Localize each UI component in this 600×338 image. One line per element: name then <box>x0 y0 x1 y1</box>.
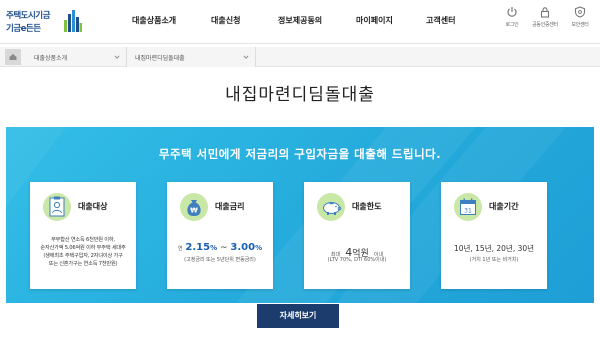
rate-max-unit: % <box>255 244 263 252</box>
cert-center-button[interactable]: 공동인증센터 <box>530 6 560 28</box>
page-title: 내집마련디딤돌대출 <box>225 85 375 105</box>
rate-separator: ~ <box>219 243 228 253</box>
card-loan-period-value: 10년, 15년, 20년, 30년 <box>453 244 535 253</box>
security-center-label: 보안센터 <box>571 22 589 28</box>
chevron-down-icon <box>243 55 249 59</box>
logo-bars-icon <box>64 10 82 32</box>
rate-max: 3.00 <box>230 242 256 253</box>
logo-line2: 기금e든든 <box>6 24 41 34</box>
site-logo[interactable]: 주택도시기금 기금e든든 <box>6 9 82 37</box>
lock-icon <box>540 7 550 18</box>
card-loan-period-note: (거치 1년 또는 비거치) <box>469 257 519 263</box>
card-loan-target-line2: 순자산가액 5.06억원 이하 무주택 세대주 <box>40 245 126 251</box>
breadcrumb-level2[interactable]: 내집마련디딤돌대출 <box>126 47 256 67</box>
nav-mypage[interactable]: 마이페이지 <box>356 15 393 26</box>
shield-icon <box>574 6 586 18</box>
card-loan-rate-value: 연 2.15% ~ 3.00% <box>167 242 273 253</box>
login-button[interactable]: 로그인 <box>497 6 527 28</box>
rate-min: 2.15 <box>185 242 211 253</box>
nav-loan-apply[interactable]: 대출신청 <box>211 15 240 26</box>
login-label: 로그인 <box>505 22 519 28</box>
card-loan-period: 31 대출기간 10년, 15년, 20년, 30년 (거치 1년 또는 비거치… <box>441 182 547 289</box>
card-loan-period-title: 대출기간 <box>489 202 519 211</box>
card-loan-target-line1: 부부합산 연소득 6천만원 이하, <box>51 237 115 243</box>
chevron-down-icon <box>114 55 120 59</box>
home-icon <box>9 54 17 60</box>
power-icon <box>507 7 517 17</box>
nav-loan-products[interactable]: 대출상품소개 <box>132 15 176 26</box>
banner-headline: 무주택 서민에게 저금리의 구입자금을 대출해 드립니다. <box>158 147 442 161</box>
cert-center-label: 공동인증센터 <box>532 22 558 28</box>
home-button[interactable] <box>5 49 21 65</box>
card-loan-target: 대출대상 부부합산 연소득 6천만원 이하, 순자산가액 5.06억원 이하 무… <box>30 182 136 289</box>
rate-min-unit: % <box>210 244 218 252</box>
card-loan-limit: 대출한도 최대 4억원 이내 (LTV 70%, DTI 60%이내) <box>304 182 410 289</box>
calendar-day: 31 <box>464 208 472 215</box>
card-loan-target-title: 대출대상 <box>78 202 108 211</box>
security-center-button[interactable]: 보안센터 <box>565 6 595 28</box>
main-nav: 대출상품소개 대출신청 정보제공동의 마이페이지 고객센터 <box>120 0 480 44</box>
card-loan-rate: ₩ 대출금리 연 2.15% ~ 3.00% (고정금리 또는 5년단위 변동금… <box>167 182 273 289</box>
card-loan-rate-note: (고정금리 또는 5년단위 변동금리) <box>184 257 256 263</box>
card-loan-limit-note: (LTV 70%, DTI 60%이내) <box>327 257 387 263</box>
card-loan-limit-title: 대출한도 <box>352 202 382 211</box>
view-details-button[interactable]: 자세히보기 <box>257 304 339 328</box>
logo-line1: 주택도시기금 <box>6 11 50 21</box>
card-loan-target-line4: 또는 신혼가구는 연소득 7천만원) <box>48 261 118 267</box>
piggy-bank-icon <box>317 193 345 221</box>
card-loan-rate-title: 대출금리 <box>215 202 245 211</box>
calendar-icon: 31 <box>454 193 482 221</box>
person-id-icon <box>43 193 71 221</box>
site-header: 주택도시기금 기금e든든 대출상품소개 대출신청 정보제공동의 마이페이지 고객… <box>0 0 600 44</box>
breadcrumb-level1[interactable]: 대출상품소개 <box>26 47 126 67</box>
nav-info-consent[interactable]: 정보제공동의 <box>278 15 322 26</box>
svg-text:₩: ₩ <box>190 207 198 215</box>
rate-prefix: 연 <box>177 246 183 252</box>
nav-customer-center[interactable]: 고객센터 <box>426 15 455 26</box>
breadcrumb-level2-label: 내집마련디딤돌대출 <box>135 55 185 62</box>
money-bag-icon: ₩ <box>180 193 208 221</box>
breadcrumb-level1-label: 대출상품소개 <box>34 55 68 62</box>
card-loan-target-line3: (생애최초 주택구입자, 2자녀이상 가구 <box>43 253 123 259</box>
product-banner: 무주택 서민에게 저금리의 구입자금을 대출해 드립니다. 대출대상 부부합산 … <box>6 127 594 303</box>
breadcrumb: 대출상품소개 내집마련디딤돌대출 <box>0 47 600 67</box>
